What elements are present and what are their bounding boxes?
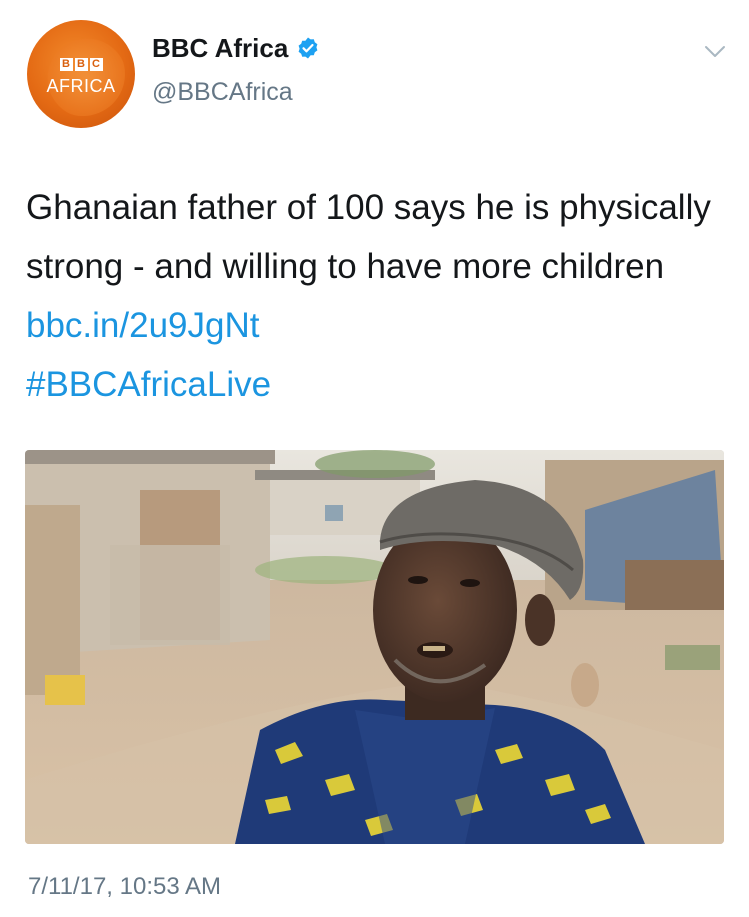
avatar-label: AFRICA [46,76,116,96]
tweet-photo[interactable] [25,450,724,844]
bbc-block-b2: B [74,58,88,71]
tweet: B B C AFRICA BBC Africa @BBCAfrica Ghana… [0,0,749,917]
globe-graphic [41,32,125,116]
tweet-hashtag[interactable]: #BBCAfricaLive [26,365,271,404]
avatar[interactable]: B B C AFRICA [27,20,135,128]
handle[interactable]: @BBCAfrica [152,77,293,107]
photo-illustration [25,450,724,844]
tweet-timestamp[interactable]: 7/11/17, 10:53 AM [28,872,221,902]
tweet-text: Ghanaian father of 100 says he is physic… [26,178,726,414]
bbc-block-b1: B [59,58,73,71]
chevron-down-icon[interactable] [704,44,726,60]
display-name[interactable]: BBC Africa [152,33,288,63]
verified-badge-icon [298,37,318,59]
bbc-block-c: C [89,58,103,71]
name-row: BBC Africa [152,33,320,63]
bbc-logo: B B C [27,58,135,71]
tweet-body-text: Ghanaian father of 100 says he is physic… [26,188,711,286]
tweet-link[interactable]: bbc.in/2u9JgNt [26,306,259,345]
